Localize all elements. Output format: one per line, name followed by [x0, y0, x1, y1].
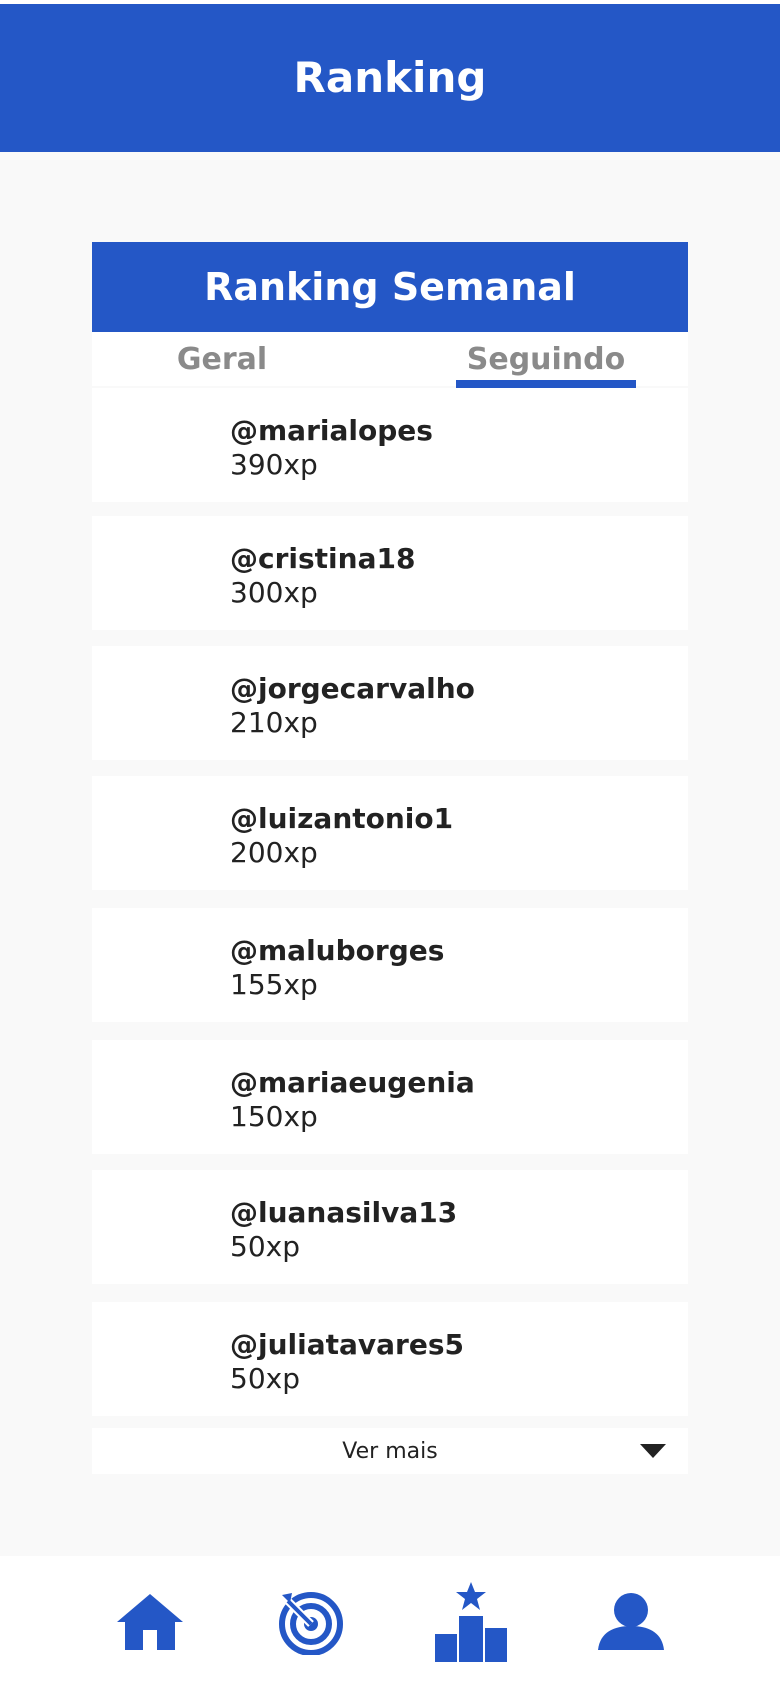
ranking-list-item[interactable]: @juliatavares5 50xp [92, 1302, 688, 1416]
target-icon [279, 1592, 343, 1655]
ranking-username: @luizantonio1 [230, 802, 454, 835]
app-header: Ranking [0, 4, 780, 152]
avatar [122, 536, 196, 610]
bottom-nav [0, 1556, 780, 1688]
ranking-list-item[interactable]: @jorgecarvalho 210xp [92, 646, 688, 760]
page-title: Ranking [293, 52, 487, 102]
ranking-xp: 390xp [230, 448, 318, 481]
avatar [122, 666, 196, 740]
ranking-xp: 50xp [230, 1362, 300, 1395]
ranking-list-item[interactable]: @maluborges 155xp [92, 908, 688, 1022]
home-icon [117, 1594, 183, 1650]
avatar [122, 1060, 196, 1134]
podium-star-icon [435, 1582, 507, 1662]
nav-ranking-button[interactable] [416, 1556, 526, 1688]
ranking-tabs: Geral Seguindo [92, 332, 688, 388]
nav-profile-button[interactable] [576, 1556, 686, 1688]
nav-goals-button[interactable] [256, 1556, 366, 1688]
ranking-xp: 155xp [230, 968, 318, 1001]
ranking-username: @maluborges [230, 934, 445, 967]
ranking-username: @mariaeugenia [230, 1066, 475, 1099]
active-tab-indicator [456, 380, 636, 388]
avatar [122, 408, 196, 482]
tab-geral[interactable]: Geral [132, 332, 312, 386]
tab-seguindo[interactable]: Seguindo [456, 332, 636, 386]
ranking-card-header: Ranking Semanal [92, 242, 688, 332]
avatar [122, 1190, 196, 1264]
ranking-card-title: Ranking Semanal [204, 265, 576, 309]
caret-down-icon [640, 1444, 666, 1458]
ranking-xp: 200xp [230, 836, 318, 869]
ranking-username: @marialopes [230, 414, 433, 447]
nav-home-button[interactable] [95, 1556, 205, 1688]
avatar [122, 1322, 196, 1396]
ranking-list-item[interactable]: @cristina18 300xp [92, 516, 688, 630]
ranking-username: @cristina18 [230, 542, 416, 575]
ranking-xp: 300xp [230, 576, 318, 609]
avatar [122, 928, 196, 1002]
ranking-username: @jorgecarvalho [230, 672, 475, 705]
user-icon [598, 1593, 664, 1650]
ranking-username: @juliatavares5 [230, 1328, 464, 1361]
avatar [122, 796, 196, 870]
ranking-list-item[interactable]: @luizantonio1 200xp [92, 776, 688, 890]
ranking-list-item[interactable]: @mariaeugenia 150xp [92, 1040, 688, 1154]
ranking-list-item[interactable]: @marialopes 390xp [92, 388, 688, 502]
ranking-username: @luanasilva13 [230, 1196, 458, 1229]
ranking-xp: 50xp [230, 1230, 300, 1263]
see-more-label: Ver mais [342, 1438, 438, 1464]
ranking-list-item[interactable]: @luanasilva13 50xp [92, 1170, 688, 1284]
see-more-button[interactable]: Ver mais [92, 1428, 688, 1474]
ranking-xp: 150xp [230, 1100, 318, 1133]
ranking-xp: 210xp [230, 706, 318, 739]
